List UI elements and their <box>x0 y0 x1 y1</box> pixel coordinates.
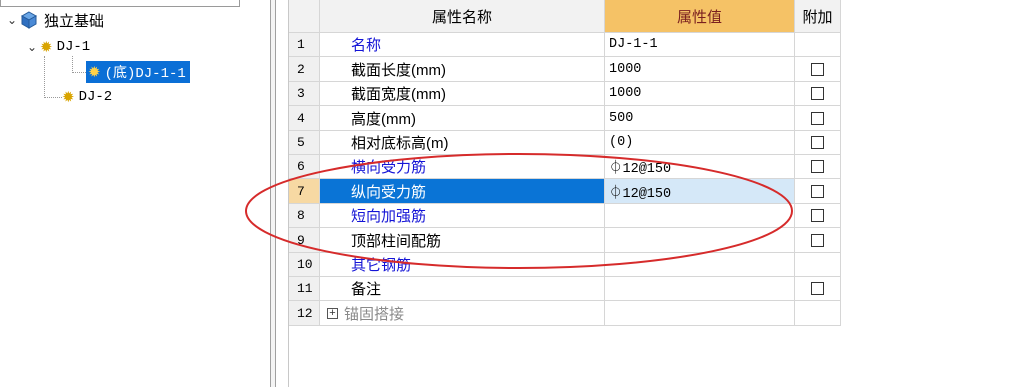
extra-cell <box>795 253 841 277</box>
extra-checkbox[interactable] <box>811 184 824 198</box>
property-value-cell[interactable]: 500 <box>605 106 795 131</box>
header-corner <box>289 0 320 33</box>
property-value-cell[interactable]: 1000 <box>605 82 795 106</box>
row-number[interactable]: 12 <box>289 301 320 326</box>
tree-root[interactable]: ⌄ 独立基础 <box>4 9 104 31</box>
chevron-down-icon[interactable]: ⌄ <box>24 40 40 54</box>
extra-checkbox[interactable] <box>811 136 824 149</box>
row-number[interactable]: 3 <box>289 82 320 106</box>
property-name-cell[interactable]: 顶部柱间配筋 <box>320 228 605 253</box>
property-value-cell[interactable]: ⏀12@150 <box>605 179 795 204</box>
expand-icon[interactable]: + <box>327 307 338 319</box>
property-value-cell[interactable]: DJ-1-1 <box>605 33 795 57</box>
extra-cell[interactable] <box>795 155 841 179</box>
property-name-cell[interactable]: + 锚固搭接 <box>320 301 605 326</box>
gear-icon: ✹ <box>88 64 101 81</box>
property-name: 截面长度(mm) <box>351 61 446 79</box>
tree-item-label: DJ-1 <box>56 39 91 55</box>
extra-cell[interactable] <box>795 228 841 253</box>
tree-toolbar-edge <box>0 0 240 7</box>
property-name: 相对底标高(m) <box>351 135 449 152</box>
extra-checkbox[interactable] <box>811 160 824 173</box>
property-name-cell[interactable]: 备注 <box>320 277 605 301</box>
property-name: 短向加强筋 <box>351 208 427 225</box>
extra-checkbox[interactable] <box>811 282 824 295</box>
property-value-cell[interactable] <box>605 301 795 326</box>
gear-icon: ✹ <box>40 39 53 56</box>
row-number[interactable]: 11 <box>289 277 320 301</box>
row-number[interactable]: 9 <box>289 228 320 253</box>
property-name: 截面宽度(mm) <box>351 86 446 103</box>
property-name: 其它钢筋 <box>351 257 412 274</box>
property-name: 备注 <box>351 281 382 298</box>
property-value-cell[interactable]: (0) <box>605 131 795 155</box>
tree-connector <box>72 72 86 73</box>
property-name: 纵向受力筋 <box>351 183 427 201</box>
panel-splitter[interactable] <box>270 0 276 387</box>
row-number[interactable]: 2 <box>289 57 320 82</box>
property-name: 高度(mm) <box>351 110 416 128</box>
extra-cell <box>795 33 841 57</box>
property-value-cell[interactable] <box>605 277 795 301</box>
row-number[interactable]: 5 <box>289 131 320 155</box>
property-value-cell[interactable] <box>605 204 795 228</box>
extra-cell <box>795 301 841 326</box>
chevron-down-icon[interactable]: ⌄ <box>4 13 20 27</box>
property-name-cell[interactable]: 名称 <box>320 33 605 57</box>
row-number[interactable]: 7 <box>289 179 320 204</box>
tree-connector <box>44 97 62 98</box>
tree-item-dj-2[interactable]: ✹ DJ-2 <box>62 86 112 108</box>
property-grid: 属性名称 属性值 附加 1 名称 DJ-1-1 2 截面长度(mm) 1000 3 截面宽度(… <box>288 0 841 387</box>
row-number[interactable]: 6 <box>289 155 320 179</box>
property-name-cell[interactable]: 截面宽度(mm) <box>320 82 605 106</box>
property-name-cell[interactable]: 纵向受力筋 <box>320 179 605 204</box>
tree-item-dj-1-1[interactable]: ✹ (底)DJ-1-1 <box>86 61 190 83</box>
property-value-cell[interactable]: 1000 <box>605 57 795 82</box>
property-name: 横向受力筋 <box>351 159 427 176</box>
extra-cell[interactable] <box>795 204 841 228</box>
tree-connector <box>44 56 45 98</box>
property-value-cell[interactable] <box>605 253 795 277</box>
property-value-cell[interactable] <box>605 228 795 253</box>
property-name-cell[interactable]: 横向受力筋 <box>320 155 605 179</box>
property-name: 锚固搭接 <box>344 305 405 323</box>
tree-item-label: DJ-2 <box>78 89 113 105</box>
row-number[interactable]: 4 <box>289 106 320 131</box>
header-property-value[interactable]: 属性值 <box>605 0 795 33</box>
property-name: 顶部柱间配筋 <box>351 232 442 250</box>
header-property-name[interactable]: 属性名称 <box>320 0 605 33</box>
property-name-cell[interactable]: 短向加强筋 <box>320 204 605 228</box>
property-value-cell[interactable]: ⏀12@150 <box>605 155 795 179</box>
extra-checkbox[interactable] <box>811 111 824 125</box>
row-number[interactable]: 10 <box>289 253 320 277</box>
gear-icon: ✹ <box>62 89 75 106</box>
property-name: 名称 <box>351 37 382 54</box>
extra-cell[interactable] <box>795 106 841 131</box>
row-number[interactable]: 1 <box>289 33 320 57</box>
tree-root-label: 独立基础 <box>44 12 105 30</box>
tree-connector <box>72 56 73 73</box>
property-name-cell[interactable]: 高度(mm) <box>320 106 605 131</box>
row-number[interactable]: 8 <box>289 204 320 228</box>
extra-checkbox[interactable] <box>811 87 824 100</box>
extra-cell[interactable] <box>795 82 841 106</box>
tree-panel: ⌄ 独立基础 ⌄ ✹ DJ-1 ✹ (底)DJ-1-1 ✹ DJ-2 <box>0 0 272 387</box>
property-name-cell[interactable]: 其它钢筋 <box>320 253 605 277</box>
extra-cell[interactable] <box>795 277 841 301</box>
extra-checkbox[interactable] <box>811 209 824 222</box>
extra-cell[interactable] <box>795 57 841 82</box>
extra-cell[interactable] <box>795 131 841 155</box>
tree-item-dj-1[interactable]: ⌄ ✹ DJ-1 <box>24 36 90 58</box>
header-extra[interactable]: 附加 <box>795 0 841 33</box>
property-name-cell[interactable]: 截面长度(mm) <box>320 57 605 82</box>
extra-checkbox[interactable] <box>811 62 824 76</box>
extra-checkbox[interactable] <box>811 233 824 247</box>
foundation-cube-icon <box>20 11 38 29</box>
tree-item-label: (底)DJ-1-1 <box>104 66 186 82</box>
extra-cell[interactable] <box>795 179 841 204</box>
property-name-cell[interactable]: 相对底标高(m) <box>320 131 605 155</box>
